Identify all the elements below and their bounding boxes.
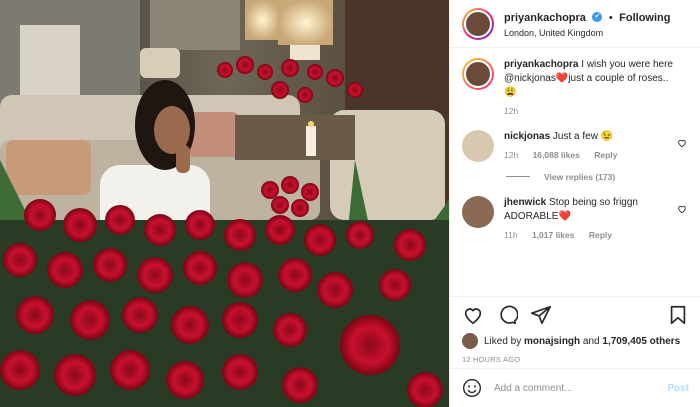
verified-badge-icon: ✔	[592, 12, 603, 23]
view-replies-label: View replies (173)	[544, 171, 616, 182]
caption: priyankachopra I wish you were here @nic…	[450, 58, 700, 118]
instagram-post-view: priyankachopra ✔ • Following London, Uni…	[0, 0, 700, 407]
add-comment-bar: Post	[450, 368, 700, 407]
post-comment-button[interactable]: Post	[667, 383, 689, 394]
comment-input[interactable]	[492, 381, 668, 395]
post-header: priyankachopra ✔ • Following London, Uni…	[450, 0, 700, 48]
comment-time: 11h	[504, 229, 518, 240]
likes-summary: Liked by monajsingh and 1,709,405 others	[450, 333, 700, 349]
comment-meta: 11h 1,017 likes Reply	[504, 230, 679, 242]
post-photo[interactable]	[0, 0, 449, 407]
post-details-panel: priyankachopra ✔ • Following London, Uni…	[449, 0, 700, 407]
comment-meta: 12h	[504, 106, 679, 118]
following-button[interactable]: Following	[619, 12, 670, 24]
comment-likes[interactable]: 1,017 likes	[532, 230, 575, 240]
header-text: priyankachopra ✔ • Following London, Uni…	[504, 7, 670, 39]
photo-illustration	[0, 0, 449, 407]
liked-by-user-link[interactable]: monajsingh	[524, 336, 580, 347]
comment-username[interactable]: nickjonas	[504, 131, 550, 142]
avatar[interactable]	[462, 7, 494, 40]
bookmark-icon[interactable]	[667, 304, 689, 326]
post-timestamp[interactable]: 12 HOURS AGO	[450, 349, 700, 364]
comment-meta: 12h 16,088 likes Reply	[504, 150, 679, 162]
liker-avatar[interactable]	[462, 333, 478, 349]
avatar[interactable]	[462, 129, 494, 162]
divider	[506, 176, 530, 178]
liked-by-text: Liked by monajsingh and 1,709,405 others	[484, 336, 680, 347]
liked-by-suffix: and	[580, 335, 603, 347]
emoji-icon[interactable]	[462, 378, 482, 398]
header-separator: •	[608, 12, 613, 25]
comment-text: Just a few 😉	[550, 130, 614, 142]
reply-button[interactable]: Reply	[594, 150, 617, 160]
reply-button[interactable]: Reply	[589, 230, 612, 240]
comment-like-heart-icon[interactable]	[677, 138, 687, 150]
comment-icon[interactable]	[496, 304, 518, 326]
action-bar	[450, 297, 700, 333]
avatar[interactable]	[462, 58, 494, 90]
avatar[interactable]	[462, 195, 494, 228]
comment-item: jhenwick Stop being so friggn ADORABLE❤️…	[450, 195, 700, 242]
comment-time: 12h	[504, 106, 519, 116]
post-actions-section: Liked by monajsingh and 1,709,405 others…	[450, 296, 700, 364]
liked-by-prefix: Liked by	[484, 335, 525, 347]
comment-time: 12h	[504, 149, 519, 160]
comment-username[interactable]: jhenwick	[504, 197, 546, 208]
comments-list: priyankachopra I wish you were here @nic…	[450, 58, 700, 254]
view-replies-link[interactable]: View replies (173)	[450, 172, 700, 182]
comment-like-heart-icon[interactable]	[677, 204, 687, 216]
comment-likes[interactable]: 16,088 likes	[533, 150, 580, 160]
heart-icon[interactable]	[462, 304, 484, 326]
header-username[interactable]: priyankachopra	[504, 12, 586, 24]
share-icon[interactable]	[530, 304, 552, 326]
comment-username[interactable]: priyankachopra	[504, 59, 578, 70]
liked-count-link[interactable]: 1,709,405 others	[602, 336, 680, 347]
location-link[interactable]: London, United Kingdom	[504, 28, 670, 40]
comment-item: nickjonas Just a few 😉 12h 16,088 likes …	[450, 129, 700, 162]
